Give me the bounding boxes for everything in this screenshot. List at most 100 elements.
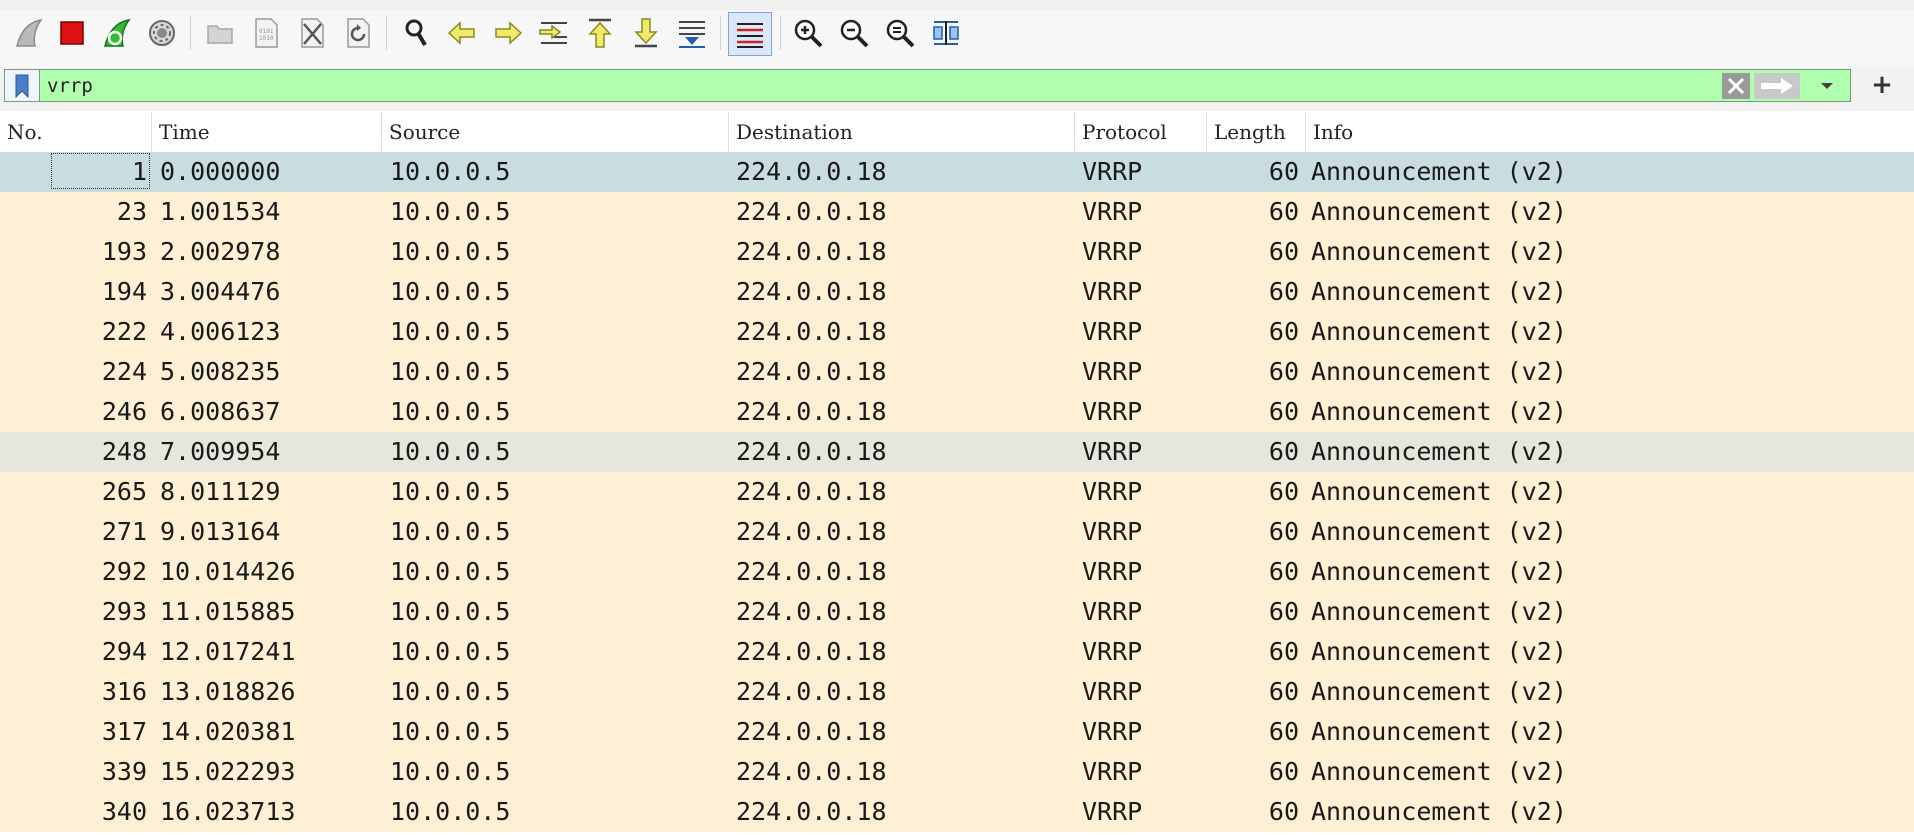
add-filter-button[interactable]: + bbox=[1862, 70, 1902, 100]
auto-scroll-icon[interactable] bbox=[670, 10, 714, 56]
resize-columns-icon[interactable] bbox=[924, 10, 968, 56]
apply-filter-icon[interactable] bbox=[1754, 73, 1800, 99]
cell-length: 60 bbox=[1268, 677, 1299, 706]
cell-info: Announcement (v2) bbox=[1311, 677, 1567, 706]
cell-protocol: VRRP bbox=[1082, 437, 1143, 466]
cell-destination: 224.0.0.18 bbox=[736, 157, 887, 186]
cell-destination: 224.0.0.18 bbox=[736, 757, 887, 786]
cell-destination: 224.0.0.18 bbox=[736, 517, 887, 546]
go-forward-icon[interactable] bbox=[486, 10, 530, 56]
packet-row[interactable]: 340 16.023713 10.0.0.5 224.0.0.18 VRRP Announ… bbox=[0, 792, 1914, 832]
cell-info: Announcement (v2) bbox=[1311, 237, 1567, 266]
cell-info: Announcement (v2) bbox=[1311, 637, 1567, 666]
cell-no: 271 bbox=[101, 517, 147, 546]
cell-time: 16.023713 bbox=[160, 797, 296, 826]
packet-row[interactable]: 23 1.001534 10.0.0.5 224.0.0.18 VRRP Announce… bbox=[0, 192, 1914, 232]
cell-destination: 224.0.0.18 bbox=[736, 797, 887, 826]
packet-row[interactable]: 294 12.017241 10.0.0.5 224.0.0.18 VRRP Announ… bbox=[0, 632, 1914, 672]
packet-row[interactable]: 248 7.009954 10.0.0.5 224.0.0.18 VRRP Announc… bbox=[0, 432, 1914, 472]
display-filter-input[interactable]: vrrp bbox=[4, 69, 1851, 102]
start-capture-icon[interactable] bbox=[6, 10, 50, 56]
bookmark-icon[interactable] bbox=[5, 70, 40, 101]
column-destination[interactable]: Destination bbox=[729, 112, 1075, 152]
cell-time: 13.018826 bbox=[160, 677, 296, 706]
reload-file-icon[interactable] bbox=[336, 10, 380, 56]
cell-time: 9.013164 bbox=[160, 517, 281, 546]
go-to-packet-icon[interactable] bbox=[532, 10, 576, 56]
colorize-icon[interactable] bbox=[728, 12, 772, 56]
chevron-down-icon[interactable] bbox=[1812, 73, 1842, 99]
packet-row[interactable]: 317 14.020381 10.0.0.5 224.0.0.18 VRRP Announ… bbox=[0, 712, 1914, 752]
column-info[interactable]: Info bbox=[1306, 112, 1914, 152]
packet-row[interactable]: 293 11.015885 10.0.0.5 224.0.0.18 VRRP Announ… bbox=[0, 592, 1914, 632]
column-source[interactable]: Source bbox=[382, 112, 729, 152]
open-file-icon[interactable] bbox=[198, 10, 242, 56]
close-file-icon[interactable] bbox=[290, 10, 334, 56]
cell-no: 292 bbox=[101, 557, 147, 586]
cell-length: 60 bbox=[1268, 237, 1299, 266]
main-toolbar: 0101 1010 bbox=[0, 10, 1914, 69]
packet-row[interactable]: 193 2.002978 10.0.0.5 224.0.0.18 VRRP Announc… bbox=[0, 232, 1914, 272]
packet-row[interactable]: 265 8.011129 10.0.0.5 224.0.0.18 VRRP Announc… bbox=[0, 472, 1914, 512]
column-protocol[interactable]: Protocol bbox=[1075, 112, 1207, 152]
cell-length: 60 bbox=[1268, 757, 1299, 786]
cell-no: 316 bbox=[101, 677, 147, 706]
cell-protocol: VRRP bbox=[1082, 197, 1143, 226]
filter-text[interactable]: vrrp bbox=[47, 75, 93, 97]
column-length[interactable]: Length bbox=[1207, 112, 1306, 152]
stop-capture-icon[interactable] bbox=[50, 10, 94, 56]
cell-info: Announcement (v2) bbox=[1311, 157, 1567, 186]
cell-source: 10.0.0.5 bbox=[390, 517, 511, 546]
cell-time: 10.014426 bbox=[160, 557, 296, 586]
cell-time: 1.001534 bbox=[160, 197, 281, 226]
go-last-packet-icon[interactable] bbox=[624, 10, 668, 56]
zoom-out-icon[interactable] bbox=[832, 10, 876, 56]
packet-row[interactable]: 1 0.000000 10.0.0.5 224.0.0.18 VRRP Announcem… bbox=[0, 152, 1914, 192]
zoom-normal-icon[interactable] bbox=[878, 10, 922, 56]
cell-protocol: VRRP bbox=[1082, 557, 1143, 586]
packet-row[interactable]: 339 15.022293 10.0.0.5 224.0.0.18 VRRP Announ… bbox=[0, 752, 1914, 792]
cell-info: Announcement (v2) bbox=[1311, 557, 1567, 586]
column-no[interactable]: No. bbox=[0, 112, 152, 152]
cell-time: 8.011129 bbox=[160, 477, 281, 506]
cell-destination: 224.0.0.18 bbox=[736, 597, 887, 626]
packet-row[interactable]: 194 3.004476 10.0.0.5 224.0.0.18 VRRP Announc… bbox=[0, 272, 1914, 312]
cell-protocol: VRRP bbox=[1082, 477, 1143, 506]
cell-source: 10.0.0.5 bbox=[390, 157, 511, 186]
cell-source: 10.0.0.5 bbox=[390, 197, 511, 226]
save-file-icon[interactable]: 0101 1010 bbox=[244, 10, 288, 56]
find-packet-icon[interactable] bbox=[394, 10, 438, 56]
cell-no: 193 bbox=[101, 237, 147, 266]
zoom-in-icon[interactable] bbox=[786, 10, 830, 56]
cell-source: 10.0.0.5 bbox=[390, 357, 511, 386]
cell-destination: 224.0.0.18 bbox=[736, 237, 887, 266]
cell-no: 294 bbox=[101, 637, 147, 666]
clear-filter-icon[interactable] bbox=[1722, 73, 1750, 99]
cell-destination: 224.0.0.18 bbox=[736, 397, 887, 426]
packet-row[interactable]: 316 13.018826 10.0.0.5 224.0.0.18 VRRP Announ… bbox=[0, 672, 1914, 712]
cell-protocol: VRRP bbox=[1082, 637, 1143, 666]
cell-destination: 224.0.0.18 bbox=[736, 477, 887, 506]
cell-source: 10.0.0.5 bbox=[390, 637, 511, 666]
cell-destination: 224.0.0.18 bbox=[736, 717, 887, 746]
restart-capture-icon[interactable] bbox=[94, 10, 138, 56]
packet-row[interactable]: 271 9.013164 10.0.0.5 224.0.0.18 VRRP Announc… bbox=[0, 512, 1914, 552]
go-first-packet-icon[interactable] bbox=[578, 10, 622, 56]
go-back-icon[interactable] bbox=[440, 10, 484, 56]
cell-length: 60 bbox=[1268, 277, 1299, 306]
cell-info: Announcement (v2) bbox=[1311, 317, 1567, 346]
packet-row[interactable]: 224 5.008235 10.0.0.5 224.0.0.18 VRRP Announc… bbox=[0, 352, 1914, 392]
cell-protocol: VRRP bbox=[1082, 677, 1143, 706]
cell-destination: 224.0.0.18 bbox=[736, 317, 887, 346]
packet-row[interactable]: 246 6.008637 10.0.0.5 224.0.0.18 VRRP Announc… bbox=[0, 392, 1914, 432]
packet-list: 1 0.000000 10.0.0.5 224.0.0.18 VRRP Announcem… bbox=[0, 152, 1914, 832]
cell-protocol: VRRP bbox=[1082, 757, 1143, 786]
packet-row[interactable]: 292 10.014426 10.0.0.5 224.0.0.18 VRRP Announ… bbox=[0, 552, 1914, 592]
cell-info: Announcement (v2) bbox=[1311, 197, 1567, 226]
cell-destination: 224.0.0.18 bbox=[736, 557, 887, 586]
column-time[interactable]: Time bbox=[152, 112, 382, 152]
capture-options-icon[interactable] bbox=[140, 10, 184, 56]
cell-time: 5.008235 bbox=[160, 357, 281, 386]
cell-time: 11.015885 bbox=[160, 597, 296, 626]
packet-row[interactable]: 222 4.006123 10.0.0.5 224.0.0.18 VRRP Announc… bbox=[0, 312, 1914, 352]
